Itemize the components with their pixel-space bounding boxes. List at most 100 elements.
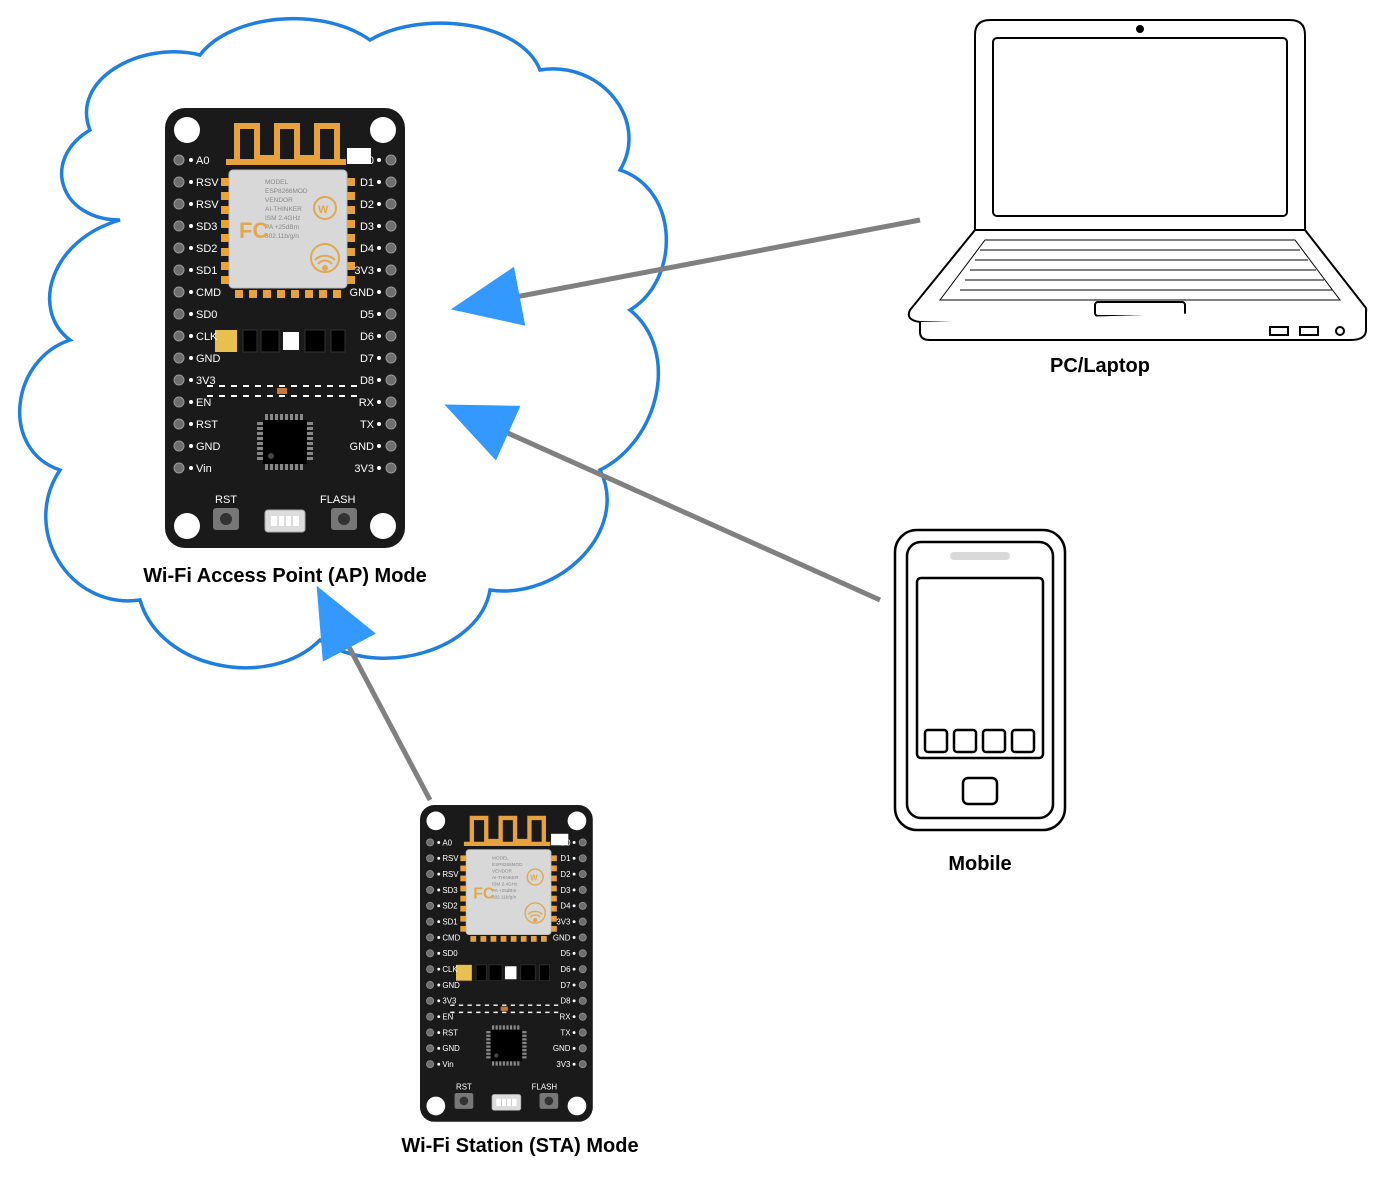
pin-hole	[386, 287, 396, 297]
pin-label-left: GND	[442, 981, 460, 990]
svg-text:RST: RST	[456, 1082, 472, 1091]
svg-text:FLASH: FLASH	[320, 494, 356, 506]
pin-label-right: D4	[560, 902, 571, 911]
chip-marking: AI-THINKER	[492, 875, 519, 880]
chip-marking: VENDOR	[265, 197, 293, 204]
pin-label-right: D0	[360, 155, 374, 167]
pin-label-left: A0	[196, 155, 209, 167]
pin-hole	[174, 397, 184, 407]
pin-hole	[426, 855, 433, 862]
pin-label-left: SD1	[196, 265, 217, 277]
pin-label-right: D1	[560, 854, 571, 863]
pin-label-left: RST	[442, 1028, 458, 1037]
mobile-icon	[895, 530, 1065, 830]
pin-label-left: SD2	[442, 902, 457, 911]
pin-label-left: 3V3	[196, 375, 216, 387]
pin-hole	[386, 155, 396, 165]
pin-hole	[174, 375, 184, 385]
pin-label-left: EN	[442, 1013, 453, 1022]
pin-hole	[174, 199, 184, 209]
pin-hole	[579, 966, 586, 973]
pin-hole	[579, 950, 586, 957]
chip-marking: AI-THINKER	[265, 206, 302, 213]
pin-label-right: D0	[560, 838, 571, 847]
pin-label-right: RX	[559, 1013, 571, 1022]
pin-hole	[174, 441, 184, 451]
pin-label-right: D3	[360, 221, 374, 233]
pin-label-right: GND	[553, 1044, 571, 1053]
pin-label-right: TX	[560, 1028, 571, 1037]
pin-hole	[426, 981, 433, 988]
pin-hole	[579, 871, 586, 878]
pin-label-left: CMD	[196, 287, 221, 299]
chip-marking: 802.11b/g/n	[492, 895, 517, 900]
pin-label-right: D7	[360, 353, 374, 365]
pin-hole	[426, 902, 433, 909]
pin-hole	[174, 155, 184, 165]
pin-hole	[386, 441, 396, 451]
pin-hole	[386, 265, 396, 275]
pin-label-left: CLK	[442, 965, 458, 974]
svg-text:W: W	[530, 874, 538, 883]
chip-marking: VENDOR	[492, 869, 513, 874]
pin-hole	[426, 1045, 433, 1052]
arrow-laptop-to-ap	[500, 220, 920, 300]
pin-label-left: RSV	[442, 870, 459, 879]
pin-label-left: RSV	[196, 199, 219, 211]
svg-text:FC: FC	[473, 886, 494, 903]
pin-hole	[386, 309, 396, 319]
caption-mobile: Mobile	[900, 853, 1060, 876]
pin-hole	[174, 265, 184, 275]
pin-hole	[579, 886, 586, 893]
pin-label-right: GND	[350, 441, 375, 453]
pin-label-left: GND	[442, 1044, 460, 1053]
svg-text:RST: RST	[215, 494, 237, 506]
pin-hole	[174, 287, 184, 297]
pin-label-right: D7	[560, 981, 570, 990]
pin-hole	[386, 397, 396, 407]
pin-hole	[426, 950, 433, 957]
pin-hole	[174, 331, 184, 341]
pin-label-right: D1	[360, 177, 374, 189]
pin-label-left: EN	[196, 397, 211, 409]
pin-hole	[174, 177, 184, 187]
svg-text:FC: FC	[239, 218, 268, 243]
pin-label-left: Vin	[442, 1060, 453, 1069]
pin-hole	[174, 419, 184, 429]
pin-hole	[174, 353, 184, 363]
pin-label-right: D4	[360, 243, 374, 255]
pin-hole	[426, 886, 433, 893]
caption-sta-mode: Wi-Fi Station (STA) Mode	[380, 1135, 660, 1158]
pin-label-right: TX	[360, 419, 375, 431]
pin-hole	[579, 839, 586, 846]
pin-label-right: 3V3	[354, 463, 374, 475]
pin-label-right: 3V3	[556, 918, 571, 927]
pin-hole	[579, 1013, 586, 1020]
pin-hole	[579, 1029, 586, 1036]
pin-label-left: RSV	[442, 854, 459, 863]
pin-label-left: SD2	[196, 243, 217, 255]
pin-label-left: SD1	[442, 918, 458, 927]
chip-marking: ESP8266MOD	[265, 188, 308, 195]
chip-marking: ISM 2.4GHz	[492, 882, 518, 887]
caption-laptop: PC/Laptop	[1000, 355, 1200, 378]
pin-label-right: D2	[360, 199, 374, 211]
pin-hole	[386, 243, 396, 253]
pin-label-right: GND	[553, 933, 571, 942]
pin-label-right: RX	[359, 397, 375, 409]
pin-label-right: D8	[360, 375, 374, 387]
pin-label-right: D2	[560, 870, 570, 879]
pin-hole	[426, 839, 433, 846]
pin-hole	[426, 934, 433, 941]
esp8266-board-sta: MODELESP8266MODVENDORAI-THINKERISM 2.4GH…	[420, 805, 593, 1122]
pin-label-left: RSV	[196, 177, 219, 189]
pin-label-left: CLK	[196, 331, 218, 343]
pin-hole	[579, 1061, 586, 1068]
pin-label-right: D5	[560, 949, 571, 958]
svg-text:FLASH: FLASH	[532, 1082, 558, 1091]
pin-label-left: SD3	[196, 221, 217, 233]
pin-hole	[579, 997, 586, 1004]
chip-marking: 802.11b/g/n	[265, 233, 299, 240]
svg-text:W: W	[318, 204, 329, 216]
pin-hole	[386, 463, 396, 473]
